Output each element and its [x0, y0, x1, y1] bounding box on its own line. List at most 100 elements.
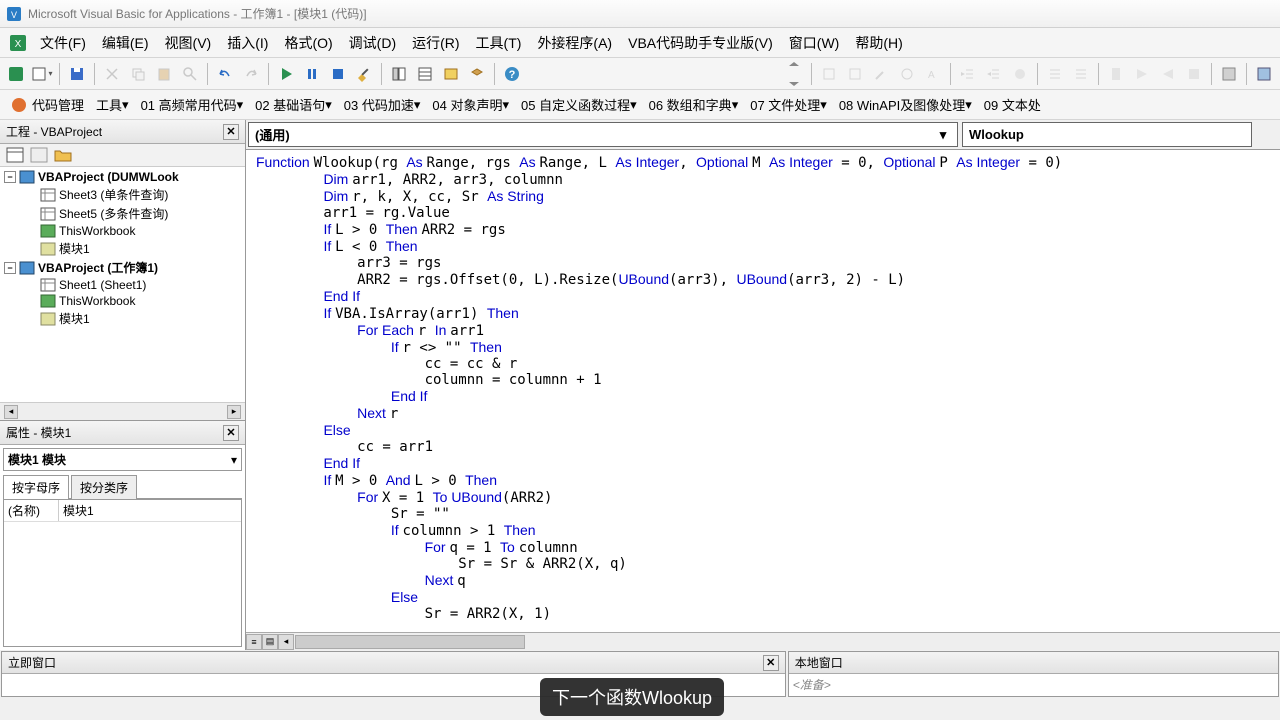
edit-tool-5[interactable]: A — [921, 62, 945, 86]
tools-dropdown[interactable]: 工具 ▾ — [90, 92, 135, 117]
tab-categorized[interactable]: 按分类序 — [71, 475, 137, 499]
snippet-09[interactable]: 09 文本处 — [978, 92, 1047, 117]
scroll-right-button[interactable]: ▸ — [227, 405, 241, 419]
paste-button[interactable] — [152, 62, 176, 86]
full-module-view-button[interactable]: ▤ — [262, 634, 278, 650]
menu-view[interactable]: 视图(V) — [157, 29, 220, 57]
stop-button[interactable] — [326, 62, 350, 86]
design-mode-button[interactable] — [352, 62, 376, 86]
hscroll-thumb[interactable] — [295, 635, 525, 649]
view-excel-button[interactable] — [4, 62, 28, 86]
menu-help[interactable]: 帮助(H) — [847, 29, 910, 57]
view-code-button[interactable] — [6, 147, 24, 163]
view-object-button[interactable] — [30, 147, 48, 163]
help-button[interactable]: ? — [500, 62, 524, 86]
menu-debug[interactable]: 调试(D) — [341, 29, 404, 57]
tree-item-module1-p2[interactable]: 模块1 — [2, 309, 243, 328]
outdent-button[interactable] — [982, 62, 1006, 86]
undo-button[interactable] — [213, 62, 237, 86]
snippet-03[interactable]: 03 代码加速 ▾ — [338, 92, 427, 117]
snippet-01[interactable]: 01 高频常用代码 ▾ — [135, 92, 250, 117]
tree-item-thisworkbook-1[interactable]: ThisWorkbook — [2, 223, 243, 239]
snippet-04[interactable]: 04 对象声明 ▾ — [426, 92, 515, 117]
menu-file[interactable]: 文件(F) — [32, 29, 94, 57]
uncomment-button[interactable] — [1069, 62, 1093, 86]
edit-tool-4[interactable] — [895, 62, 919, 86]
workbook-icon — [40, 224, 56, 238]
tree-item-sheet5[interactable]: Sheet5 (多条件查询) — [2, 204, 243, 223]
edit-tool-3[interactable] — [869, 62, 893, 86]
property-value[interactable]: 模块1 — [59, 500, 241, 521]
object-browser-button[interactable] — [439, 62, 463, 86]
save-button[interactable] — [65, 62, 89, 86]
menu-addins[interactable]: 外接程序(A) — [529, 29, 620, 57]
properties-grid[interactable]: (名称) 模块1 — [3, 499, 242, 647]
chevron-down-icon[interactable]: ▾ — [935, 127, 951, 143]
tree-item-thisworkbook-2[interactable]: ThisWorkbook — [2, 293, 243, 309]
code-editor[interactable]: Function Wlookup(rg As Range, rgs As Ran… — [246, 150, 1280, 632]
snippet-08[interactable]: 08 WinAPI及图像处理 ▾ — [833, 92, 978, 117]
menu-window[interactable]: 窗口(W) — [781, 29, 848, 57]
collapse-icon[interactable]: − — [4, 262, 16, 274]
run-button[interactable] — [274, 62, 298, 86]
object-combo[interactable]: (通用) ▾ — [248, 122, 958, 147]
extra-tool-2[interactable] — [1252, 62, 1276, 86]
indent-button[interactable] — [956, 62, 980, 86]
close-project-panel-button[interactable]: ✕ — [223, 124, 239, 140]
project-hscrollbar[interactable]: ◂ ▸ — [0, 402, 245, 420]
snippet-06[interactable]: 06 数组和字典 ▾ — [643, 92, 745, 117]
project-explorer-button[interactable] — [387, 62, 411, 86]
extra-tool-1[interactable] — [1217, 62, 1241, 86]
toggle-folders-button[interactable] — [54, 147, 72, 163]
procedure-combo[interactable]: Wlookup — [962, 122, 1252, 147]
cut-button[interactable] — [100, 62, 124, 86]
scroll-left-button[interactable]: ◂ — [4, 405, 18, 419]
excel-icon[interactable]: X — [8, 33, 28, 53]
toolbox-button[interactable] — [465, 62, 489, 86]
copy-button[interactable] — [126, 62, 150, 86]
menu-edit[interactable]: 编辑(E) — [94, 29, 157, 57]
tree-item-sheet1[interactable]: Sheet1 (Sheet1) — [2, 277, 243, 293]
redo-button[interactable] — [239, 62, 263, 86]
snippet-07[interactable]: 07 文件处理 ▾ — [744, 92, 833, 117]
project-icon — [19, 170, 35, 184]
snippet-02[interactable]: 02 基础语句 ▾ — [249, 92, 338, 117]
svg-text:X: X — [15, 39, 22, 50]
project-tree[interactable]: − VBAProject (DUMWLook Sheet3 (单条件查询) Sh… — [0, 167, 245, 402]
property-row-name[interactable]: (名称) 模块1 — [4, 500, 241, 522]
close-properties-panel-button[interactable]: ✕ — [223, 425, 239, 441]
edit-tool-2[interactable] — [843, 62, 867, 86]
close-immediate-button[interactable]: ✕ — [763, 655, 779, 671]
project-panel-toolbar — [0, 144, 245, 167]
pause-button[interactable] — [300, 62, 324, 86]
procedure-view-button[interactable]: ≡ — [246, 634, 262, 650]
menu-insert[interactable]: 插入(I) — [219, 29, 276, 57]
menu-run[interactable]: 运行(R) — [404, 29, 467, 57]
project-node-2[interactable]: − VBAProject (工作簿1) — [2, 258, 243, 277]
snippet-05[interactable]: 05 自定义函数过程 ▾ — [515, 92, 643, 117]
menu-vba-helper[interactable]: VBA代码助手专业版(V) — [620, 29, 781, 57]
project-1-label: VBAProject (DUMWLook — [38, 170, 179, 184]
properties-tabs: 按字母序 按分类序 — [3, 474, 242, 499]
collapse-icon[interactable]: − — [4, 171, 16, 183]
prev-bookmark-button[interactable] — [1156, 62, 1180, 86]
tree-item-sheet3[interactable]: Sheet3 (单条件查询) — [2, 185, 243, 204]
bookmark-button[interactable] — [1104, 62, 1128, 86]
menu-tools[interactable]: 工具(T) — [468, 29, 530, 57]
project-node-1[interactable]: − VBAProject (DUMWLook — [2, 169, 243, 185]
edit-tool-1[interactable] — [817, 62, 841, 86]
tab-alphabetic[interactable]: 按字母序 — [3, 475, 69, 499]
clear-bookmarks-button[interactable] — [1182, 62, 1206, 86]
breakpoint-button[interactable] — [1008, 62, 1032, 86]
chevron-down-icon: ▾ — [122, 97, 129, 113]
hscroll-left-button[interactable]: ◂ — [278, 634, 294, 650]
menu-format[interactable]: 格式(O) — [276, 29, 340, 57]
code-manager-button[interactable]: 代码管理 — [4, 92, 90, 117]
next-bookmark-button[interactable] — [1130, 62, 1154, 86]
find-button[interactable] — [178, 62, 202, 86]
comment-button[interactable] — [1043, 62, 1067, 86]
insert-module-button[interactable]: ▾ — [30, 62, 54, 86]
properties-button[interactable] — [413, 62, 437, 86]
tree-item-module1-p1[interactable]: 模块1 — [2, 239, 243, 258]
properties-object-combo[interactable]: 模块1 模块 ▾ — [3, 448, 242, 471]
